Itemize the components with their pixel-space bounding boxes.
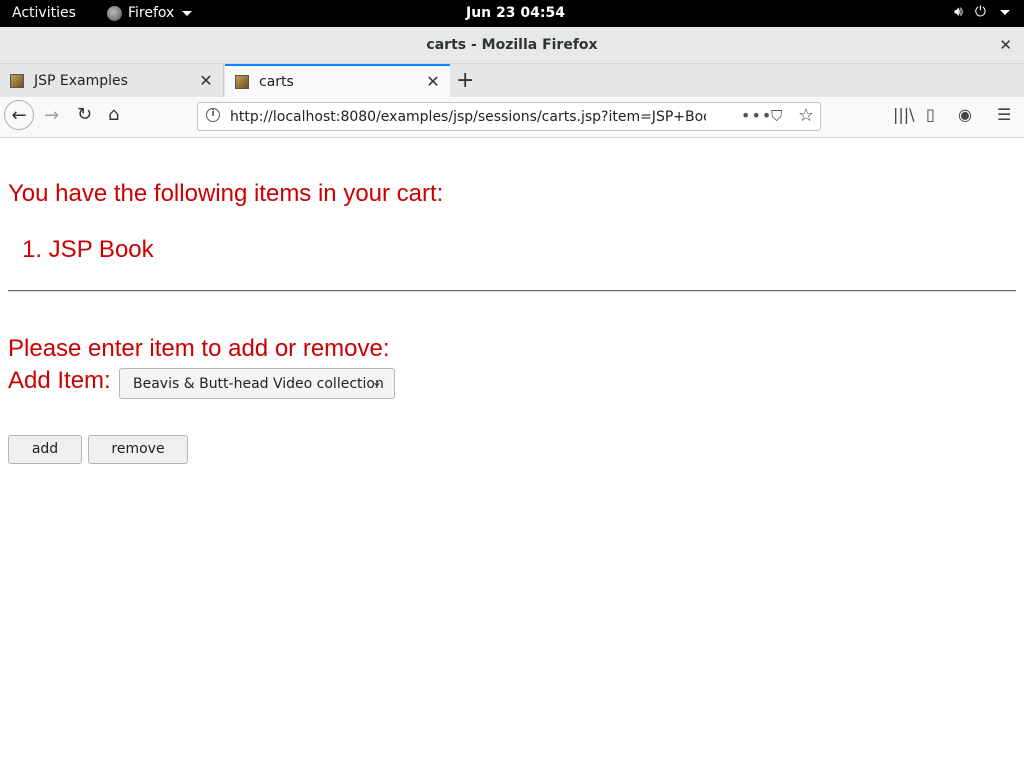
item-select[interactable]: Beavis & Butt-head Video collection ⌄ [119,368,395,399]
home-icon[interactable]: ⌂ [108,104,119,125]
item-prompt: Please enter item to add or remove: [8,335,390,362]
app-menu[interactable]: Firefox [107,5,193,21]
forward-arrow-icon[interactable]: → [44,105,59,126]
window-close-icon[interactable]: ✕ [999,36,1012,54]
new-tab-icon[interactable]: + [456,68,474,93]
cart-item: 1. JSP Book [22,236,154,263]
cart-list: 1. JSP Book [22,236,154,264]
tab-strip: JSP Examples ✕ carts ✕ + [0,64,1024,98]
bookmark-star-icon[interactable]: ☆ [798,105,814,126]
add-button[interactable]: add [8,435,82,464]
account-icon[interactable]: ◉ [958,105,972,124]
firefox-icon [107,5,122,21]
volume-icon: 🔊︎ [954,4,963,20]
system-tray[interactable]: 🔊︎ ⏻ [954,4,1010,20]
pocket-icon[interactable]: ⛉ [771,107,782,125]
activities-button[interactable]: Activities [12,5,76,21]
window-title-bar: carts - Mozilla Firefox ✕ [0,27,1024,64]
caret-down-icon [182,10,193,16]
tab-label: JSP Examples [34,72,128,89]
reload-icon[interactable]: ↻ [77,104,92,125]
system-top-bar: Activities Firefox Jun 23 04:54 🔊︎ ⏻ [0,0,1024,27]
site-info-icon[interactable]: i [206,108,220,122]
remove-button[interactable]: remove [88,435,188,464]
cart-heading: You have the following items in your car… [8,180,444,207]
tab-close-icon[interactable]: ✕ [195,71,217,90]
tab-close-icon[interactable]: ✕ [422,72,444,91]
hamburger-menu-icon[interactable]: ☰ [997,105,1011,124]
sidebar-icon[interactable]: ▯ [926,105,935,124]
tomcat-favicon-icon [10,73,24,88]
library-icon[interactable]: |||\ [893,105,915,124]
add-item-label: Add Item: [8,367,111,394]
page-content: You have the following items in your car… [0,138,1024,768]
clock[interactable]: Jun 23 04:54 [466,5,565,21]
page-actions-icon[interactable]: ••• [741,106,772,125]
divider [8,290,1016,292]
address-bar[interactable]: i http://localhost:8080/examples/jsp/ses… [197,102,821,131]
chevron-down-icon: ⌄ [371,375,382,389]
caret-down-icon [1000,9,1010,15]
app-menu-label: Firefox [128,5,175,21]
power-icon: ⏻ [974,4,986,20]
tomcat-favicon-icon [235,74,249,89]
window-title: carts - Mozilla Firefox [426,37,598,53]
tab-label: carts [259,73,294,90]
tab-carts[interactable]: carts ✕ [225,64,450,97]
back-arrow-icon[interactable]: ← [4,100,34,130]
tab-jsp-examples[interactable]: JSP Examples ✕ [0,64,224,97]
item-select-value: Beavis & Butt-head Video collection [133,376,384,392]
navigation-toolbar: ← → ↻ ⌂ i http://localhost:8080/examples… [0,97,1024,138]
url-text[interactable]: http://localhost:8080/examples/jsp/sessi… [230,109,706,125]
